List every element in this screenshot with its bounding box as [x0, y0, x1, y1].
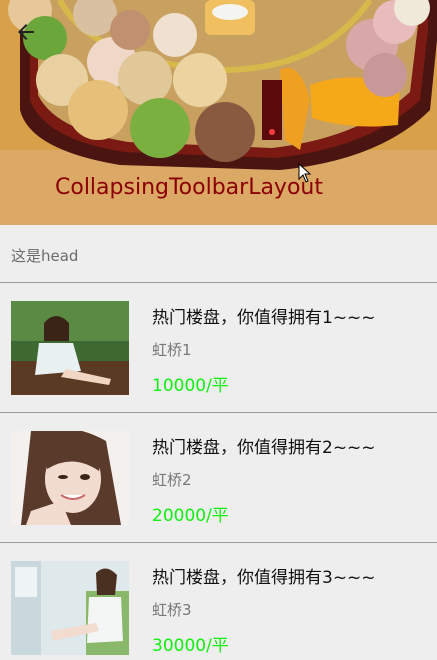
- property-list[interactable]: 热门楼盘，你值得拥有1~~~ 虹桥1 10000/平 热门楼盘，你值得拥有2~~…: [0, 283, 437, 660]
- item-title: 热门楼盘，你值得拥有2~~~: [152, 438, 376, 458]
- item-location: 虹桥2: [152, 471, 192, 489]
- thumbnail-image: [11, 561, 129, 655]
- item-price: 30000/平: [152, 636, 229, 656]
- item-location: 虹桥1: [152, 341, 192, 359]
- back-arrow-icon[interactable]: [14, 20, 38, 44]
- thumbnail-image: [11, 431, 129, 525]
- list-item[interactable]: 热门楼盘，你值得拥有2~~~ 虹桥2 20000/平: [0, 413, 437, 543]
- item-price: 20000/平: [152, 506, 229, 526]
- mouse-cursor-icon: [298, 162, 312, 187]
- list-item[interactable]: 热门楼盘，你值得拥有3~~~ 虹桥3 30000/平: [0, 543, 437, 660]
- item-price: 10000/平: [152, 376, 229, 396]
- list-item[interactable]: 热门楼盘，你值得拥有1~~~ 虹桥1 10000/平: [0, 283, 437, 413]
- item-title: 热门楼盘，你值得拥有1~~~: [152, 308, 376, 328]
- item-title: 热门楼盘，你值得拥有3~~~: [152, 568, 376, 588]
- thumbnail-image: [11, 301, 129, 395]
- item-location: 虹桥3: [152, 601, 192, 619]
- toolbar-title: CollapsingToolbarLayout: [55, 175, 323, 200]
- head-text: 这是head: [11, 247, 79, 265]
- list-head: 这是head: [0, 225, 437, 283]
- collapsing-toolbar: CollapsingToolbarLayout: [0, 0, 437, 225]
